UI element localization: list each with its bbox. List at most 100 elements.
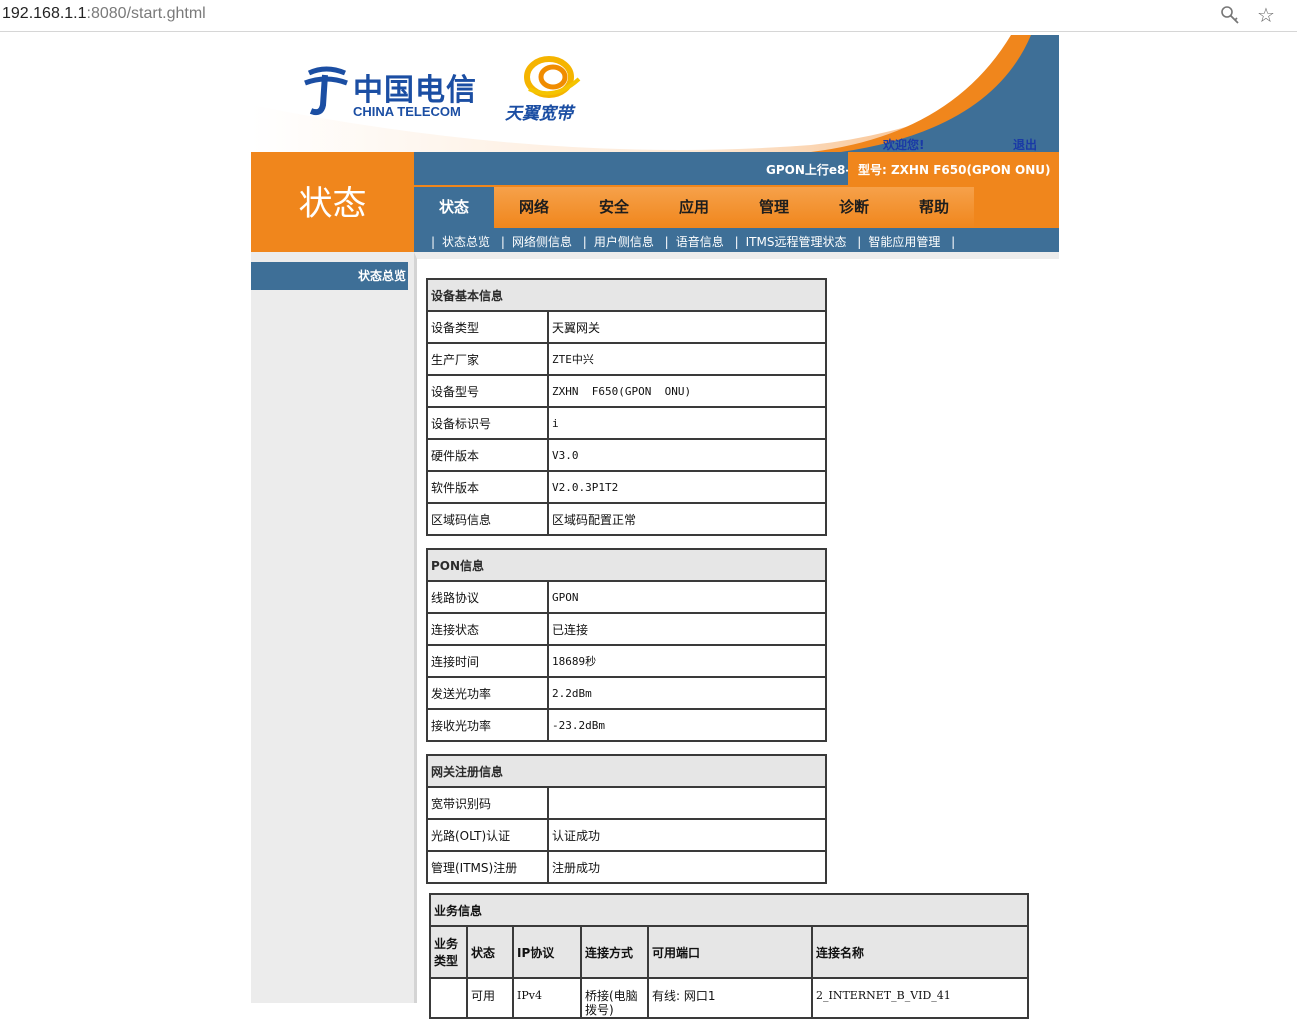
subnav-itms-status[interactable]: ITMS远程管理状态 <box>746 235 847 249</box>
table-row: 设备标识号 i <box>426 406 827 440</box>
table-row: 软件版本 V2.0.3P1T2 <box>426 470 827 504</box>
row-value: 天翼网关 <box>547 310 827 344</box>
row-label: 设备标识号 <box>426 406 549 440</box>
row-label: 管理(ITMS)注册 <box>426 850 549 884</box>
row-value: -23.2dBm <box>547 708 827 742</box>
column-header: IP协议 <box>512 925 582 979</box>
table-title: 网关注册信息 <box>426 754 827 788</box>
table-row: 设备类型 天翼网关 <box>426 310 827 344</box>
uplink-mode: GPON上行e8-C <box>766 163 860 177</box>
row-label: 接收光功率 <box>426 708 549 742</box>
table-row: 光路(OLT)认证 认证成功 <box>426 818 827 852</box>
tab-status[interactable]: 状态 <box>414 187 494 228</box>
row-value: V3.0 <box>547 438 827 472</box>
page-title-block: 状态 <box>251 152 414 252</box>
row-value <box>547 786 827 820</box>
subnav-separator: | <box>500 235 505 249</box>
info-bar: GPON上行e8-C 型号: ZXHN F650(GPON ONU) <box>414 152 1059 185</box>
subnav-voice-info[interactable]: 语音信息 <box>676 235 724 249</box>
sub-navigation: | 状态总览 | 网络侧信息 | 用户侧信息 | 语音信息 | ITMS远程管理状态 | 智… <box>414 228 1059 252</box>
table-row: 连接状态 已连接 <box>426 612 827 646</box>
tianyi-logo-icon <box>524 56 581 98</box>
table-cell: 桥接(电脑拨号) <box>580 977 649 1019</box>
row-label: 线路协议 <box>426 580 549 614</box>
welcome-text: 欢迎您! <box>883 138 925 152</box>
table-cell: IPv4 <box>512 977 582 1019</box>
main-content: 设备基本信息 设备类型 天翼网关 生产厂家 ZTE中兴 设备型号 ZXHN F650(… <box>414 252 1059 1019</box>
url-text[interactable]: 192.168.1.1:8080/start.ghtml <box>2 5 206 23</box>
column-header: 业务类型 <box>429 925 468 979</box>
tab-application[interactable]: 应用 <box>654 187 734 228</box>
table-row: 可用 IPv4 桥接(电脑拨号) 有线: 网口1 2_INTERNET_B_VI… <box>429 977 1029 1019</box>
row-value: V2.0.3P1T2 <box>547 470 827 504</box>
row-value: 注册成功 <box>547 850 827 884</box>
tianyi-logo-text: 天翼宽带 <box>505 104 573 124</box>
row-value: 认证成功 <box>547 818 827 852</box>
table-title: 业务信息 <box>429 893 1029 927</box>
table-row: 接收光功率 -23.2dBm <box>426 708 827 742</box>
key-icon[interactable] <box>1219 4 1241 26</box>
tab-help[interactable]: 帮助 <box>894 187 974 228</box>
table-row: 发送光功率 2.2dBm <box>426 676 827 710</box>
china-telecom-logo-text: 中国电信 <box>353 73 477 108</box>
china-telecom-logo-icon <box>304 66 348 116</box>
row-label: 硬件版本 <box>426 438 549 472</box>
row-value: GPON <box>547 580 827 614</box>
row-label: 连接状态 <box>426 612 549 646</box>
row-value: ZTE中兴 <box>547 342 827 376</box>
row-label: 设备型号 <box>426 374 549 408</box>
tab-security[interactable]: 安全 <box>574 187 654 228</box>
table-title: 设备基本信息 <box>426 278 827 312</box>
column-header: 状态 <box>466 925 514 979</box>
subnav-status-overview[interactable]: 状态总览 <box>442 235 490 249</box>
tab-diagnosis[interactable]: 诊断 <box>814 187 894 228</box>
subnav-network-info[interactable]: 网络侧信息 <box>512 235 572 249</box>
row-label: 连接时间 <box>426 644 549 678</box>
row-label: 宽带识别码 <box>426 786 549 820</box>
sidebar: 状态总览 <box>251 252 414 1003</box>
row-label: 设备类型 <box>426 310 549 344</box>
subnav-separator: | <box>857 235 862 249</box>
subnav-smart-app[interactable]: 智能应用管理 <box>868 235 940 249</box>
row-label: 区域码信息 <box>426 502 549 536</box>
row-label: 生产厂家 <box>426 342 549 376</box>
row-value: i <box>547 406 827 440</box>
row-value: 已连接 <box>547 612 827 646</box>
tab-network[interactable]: 网络 <box>494 187 574 228</box>
model-label: 型号: ZXHN F650(GPON ONU) <box>858 163 1051 177</box>
service-info-table: 业务信息 业务类型 状态 IP协议 连接方式 可用端口 连接名称 可用 IPv4… <box>429 893 1029 1019</box>
row-label: 光路(OLT)认证 <box>426 818 549 852</box>
table-row: 硬件版本 V3.0 <box>426 438 827 472</box>
column-header: 连接名称 <box>811 925 1029 979</box>
china-telecom-logo-en: CHINA TELECOM <box>353 104 461 119</box>
subnav-user-info[interactable]: 用户侧信息 <box>594 235 654 249</box>
model-box: 型号: ZXHN F650(GPON ONU) <box>848 152 1059 185</box>
table-cell: 可用 <box>466 977 514 1019</box>
table-row: 宽带识别码 <box>426 786 827 820</box>
table-title: PON信息 <box>426 548 827 582</box>
pon-info-table: PON信息 线路协议 GPON 连接状态 已连接 连接时间 18689秒 发送光功率 2… <box>426 548 827 742</box>
tab-management[interactable]: 管理 <box>734 187 814 228</box>
table-header-row: 业务类型 状态 IP协议 连接方式 可用端口 连接名称 <box>429 925 1029 979</box>
subnav-separator: | <box>582 235 587 249</box>
table-row: 生产厂家 ZTE中兴 <box>426 342 827 376</box>
table-cell <box>429 977 468 1019</box>
table-cell: 有线: 网口1 <box>647 977 813 1019</box>
address-bar[interactable]: 192.168.1.1:8080/start.ghtml ☆ <box>0 0 1297 32</box>
row-label: 软件版本 <box>426 470 549 504</box>
subnav-separator: | <box>951 235 956 249</box>
subnav-separator: | <box>734 235 739 249</box>
router-page: 中国电信 CHINA TELECOM 天翼宽带 欢迎您! 退出 状态 GPON上… <box>251 35 1059 1019</box>
row-label: 发送光功率 <box>426 676 549 710</box>
column-header: 连接方式 <box>580 925 649 979</box>
gateway-registration-table: 网关注册信息 宽带识别码 光路(OLT)认证 认证成功 管理(ITMS)注册 注册成… <box>426 754 827 884</box>
row-value: 2.2dBm <box>547 676 827 710</box>
page-title: 状态 <box>298 184 367 224</box>
main-tabs: 状态 网络 安全 应用 管理 诊断 帮助 <box>414 185 1059 228</box>
header-banner: 中国电信 CHINA TELECOM 天翼宽带 欢迎您! 退出 <box>251 35 1059 152</box>
logout-link[interactable]: 退出 <box>1013 136 1037 152</box>
star-icon[interactable]: ☆ <box>1255 4 1277 26</box>
table-row: 连接时间 18689秒 <box>426 644 827 678</box>
column-header: 可用端口 <box>647 925 813 979</box>
sidebar-item-status-overview[interactable]: 状态总览 <box>251 262 408 290</box>
